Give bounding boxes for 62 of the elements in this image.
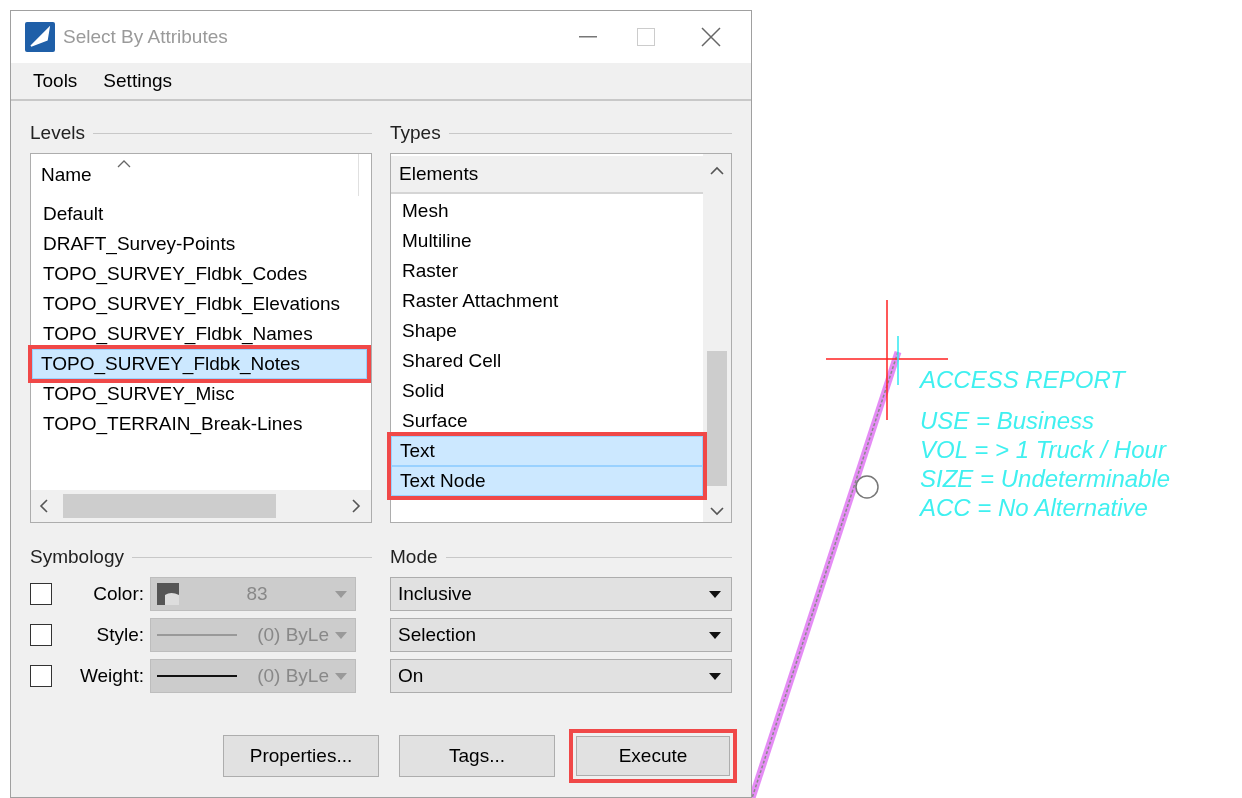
list-item[interactable]: Text bbox=[391, 436, 703, 466]
dropdown-arrow-icon bbox=[709, 672, 721, 680]
list-item[interactable]: Mesh bbox=[393, 196, 701, 226]
app-logo-icon bbox=[25, 22, 55, 52]
list-item[interactable]: TOPO_SURVEY_Fldbk_Names bbox=[34, 319, 365, 349]
scroll-down-icon[interactable] bbox=[710, 506, 724, 516]
field-label: Color: bbox=[92, 581, 145, 606]
list-item[interactable]: TOPO_SURVEY_Misc bbox=[34, 379, 365, 409]
dialog-button[interactable]: Tags... bbox=[399, 735, 555, 777]
note-text: USE = Business bbox=[920, 406, 1096, 435]
note-text: VOL = > 1 Truck / Hour bbox=[920, 435, 1168, 464]
field-label: Style: bbox=[95, 622, 145, 647]
line-style-icon bbox=[157, 633, 237, 637]
list-item[interactable]: Raster bbox=[393, 256, 701, 286]
list-item[interactable]: TOPO_TERRAIN_Break-Lines bbox=[34, 409, 365, 439]
dropdown[interactable]: On bbox=[390, 659, 732, 693]
field-label: Weight: bbox=[78, 663, 145, 688]
menu-item[interactable]: Settings bbox=[103, 66, 172, 96]
list-item[interactable]: TOPO_SURVEY_Fldbk_Codes bbox=[34, 259, 365, 289]
list-item[interactable]: DRAFT_Survey-Points bbox=[34, 229, 365, 259]
list-item[interactable]: Raster Attachment bbox=[393, 286, 701, 316]
window-title: Select By Attributes bbox=[63, 24, 228, 49]
checkbox[interactable] bbox=[30, 583, 52, 605]
dropdown[interactable]: Selection bbox=[390, 618, 732, 652]
dialog-button[interactable]: Execute bbox=[569, 729, 737, 783]
note-title: ACCESS REPORT bbox=[920, 365, 1128, 394]
column-header[interactable]: Name bbox=[41, 160, 92, 190]
note-text: ACC = No Alternative bbox=[920, 493, 1149, 522]
note-text: SIZE = Undeterminable bbox=[920, 464, 1171, 493]
group-label: Types bbox=[390, 120, 441, 145]
scroll-up-icon[interactable] bbox=[710, 166, 724, 176]
list-item[interactable]: Text Node bbox=[391, 466, 703, 496]
dialog-button[interactable]: Properties... bbox=[223, 735, 379, 777]
color-swatch-icon bbox=[157, 583, 179, 605]
list-item[interactable]: Shared Cell bbox=[393, 346, 701, 376]
column-header[interactable]: Elements bbox=[391, 156, 703, 194]
scrollbar-thumb[interactable] bbox=[707, 351, 727, 486]
dropdown[interactable]: Inclusive bbox=[390, 577, 732, 611]
checkbox[interactable] bbox=[30, 624, 52, 646]
dropdown-arrow-icon bbox=[709, 590, 721, 598]
list-item[interactable]: Default bbox=[34, 199, 365, 229]
group-label: Symbology bbox=[30, 544, 124, 569]
group-label: Levels bbox=[30, 120, 85, 145]
dropdown-arrow-icon bbox=[335, 631, 347, 639]
list-item[interactable]: TOPO_SURVEY_Fldbk_Elevations bbox=[34, 289, 365, 319]
group-label: Mode bbox=[390, 544, 438, 569]
list-item[interactable]: Surface bbox=[393, 406, 701, 436]
list-item[interactable]: Shape bbox=[393, 316, 701, 346]
list-item[interactable]: TOPO_SURVEY_Fldbk_Notes bbox=[32, 349, 367, 379]
checkbox[interactable] bbox=[30, 665, 52, 687]
scroll-right-icon[interactable] bbox=[351, 499, 361, 513]
line-weight-icon bbox=[157, 674, 237, 678]
close-icon[interactable] bbox=[701, 27, 721, 47]
scroll-left-icon[interactable] bbox=[39, 499, 49, 513]
list-item[interactable]: Solid bbox=[393, 376, 701, 406]
sort-caret-icon bbox=[117, 160, 131, 168]
list-item[interactable]: Multiline bbox=[393, 226, 701, 256]
scrollbar-thumb[interactable] bbox=[63, 494, 276, 518]
dropdown-arrow-icon bbox=[709, 631, 721, 639]
dropdown-arrow-icon bbox=[335, 672, 347, 680]
dropdown-arrow-icon bbox=[335, 590, 347, 598]
menu-item[interactable]: Tools bbox=[33, 66, 78, 96]
